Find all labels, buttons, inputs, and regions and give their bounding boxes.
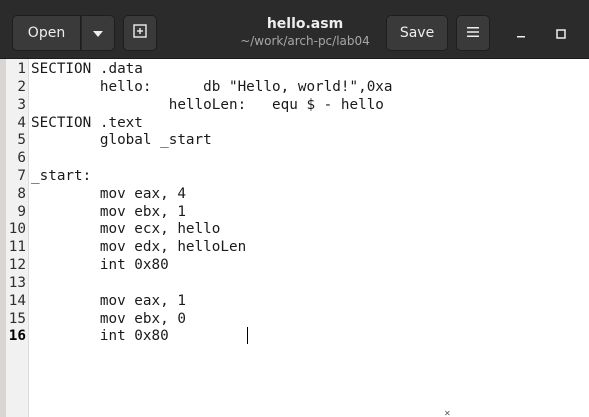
line-text: mov eax, 4 — [31, 186, 186, 202]
save-button[interactable]: Save — [386, 15, 448, 51]
code-line: 10 mov ecx, hello — [6, 220, 589, 238]
line-text: mov edx, helloLen — [31, 239, 247, 255]
line-number: 15 — [8, 311, 26, 327]
minimize-button[interactable] — [506, 18, 536, 48]
text-cursor — [247, 327, 248, 344]
new-tab-button[interactable] — [123, 15, 157, 51]
code-line: 6 — [6, 149, 589, 167]
line-text: int 0x80 — [31, 328, 169, 344]
code-line: 7 _start: — [6, 167, 589, 185]
line-text: SECTION .text — [31, 115, 143, 131]
code-line: 3 helloLen: equ $ - hello — [6, 96, 589, 114]
code-line: 14 mov eax, 1 — [6, 292, 589, 310]
new-tab-icon — [133, 24, 147, 42]
open-button[interactable]: Open — [12, 15, 81, 51]
code-line: 9 mov ebx, 1 — [6, 203, 589, 221]
open-button-label: Open — [27, 25, 66, 41]
line-number: 3 — [17, 97, 26, 113]
line-number: 13 — [8, 275, 26, 291]
line-number: 10 — [8, 221, 26, 237]
line-text: mov ebx, 1 — [31, 204, 186, 220]
line-number: 9 — [17, 204, 26, 220]
code-line: 12 int 0x80 — [6, 256, 589, 274]
line-text: global _start — [31, 132, 212, 148]
line-text: _start: — [31, 168, 92, 184]
code-line: 11 mov edx, helloLen — [6, 238, 589, 256]
maximize-button[interactable] — [546, 18, 576, 48]
line-number: 7 — [17, 168, 26, 184]
code-line: 2 hello: db "Hello, world!",0xa — [6, 78, 589, 96]
pointer-icon: ✕ — [444, 409, 451, 417]
line-number: 6 — [17, 150, 26, 166]
line-number: 4 — [17, 115, 26, 131]
code-line: 4 SECTION .text — [6, 114, 589, 132]
code-line-current: 16 int 0x80 — [6, 327, 589, 345]
line-number: 12 — [8, 257, 26, 273]
gedit-window: Open hello.asm ~/work/arch-pc/lab04 Save — [0, 0, 589, 417]
maximize-icon — [556, 24, 566, 43]
line-text: SECTION .data — [31, 61, 143, 77]
line-number: 14 — [8, 293, 26, 309]
header-bar: Open hello.asm ~/work/arch-pc/lab04 Save — [0, 0, 589, 59]
code-line: 8 mov eax, 4 — [6, 185, 589, 203]
line-text: hello: db "Hello, world!",0xa — [31, 79, 393, 95]
title-block: hello.asm ~/work/arch-pc/lab04 — [230, 15, 380, 49]
save-button-label: Save — [399, 25, 435, 41]
window-title: hello.asm — [266, 16, 344, 32]
line-number: 11 — [8, 239, 26, 255]
hamburger-menu-button[interactable] — [456, 15, 490, 51]
line-text: mov ecx, hello — [31, 221, 221, 237]
line-text: mov eax, 1 — [31, 293, 186, 309]
line-number: 8 — [17, 186, 26, 202]
open-menu-button[interactable] — [81, 15, 115, 51]
chevron-down-icon — [93, 25, 103, 41]
line-text: int 0x80 — [31, 257, 169, 273]
text-editor[interactable]: 1 SECTION .data 2 hello: db "Hello, world… — [6, 59, 589, 417]
code-line: 15 mov ebx, 0 — [6, 310, 589, 328]
minimize-icon — [516, 24, 526, 43]
line-number-current: 16 — [8, 328, 26, 344]
code-line: 13 — [6, 274, 589, 292]
window-subtitle: ~/work/arch-pc/lab04 — [240, 34, 370, 48]
line-text: helloLen: equ $ - hello — [31, 97, 384, 113]
hamburger-menu-icon — [467, 25, 479, 41]
code-line: 5 global _start — [6, 131, 589, 149]
line-text: mov ebx, 0 — [31, 311, 186, 327]
code-line: 1 SECTION .data — [6, 60, 589, 78]
line-number: 2 — [17, 79, 26, 95]
line-number: 1 — [17, 61, 26, 77]
line-number: 5 — [17, 132, 26, 148]
